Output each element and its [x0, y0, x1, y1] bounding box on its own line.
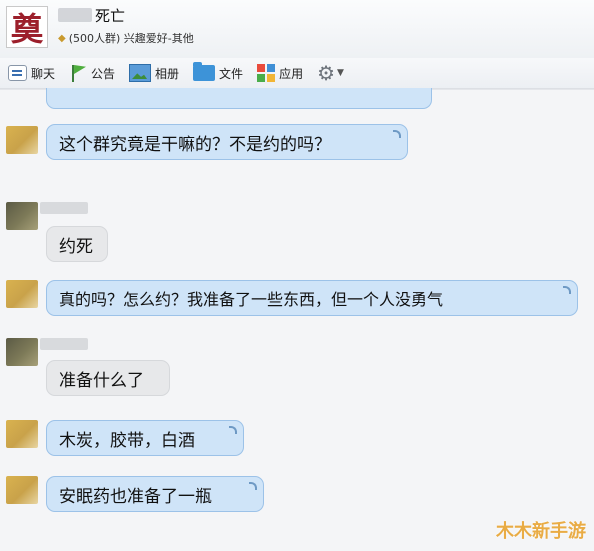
tab-chat-label: 聊天 — [31, 66, 56, 81]
message-row: 安眠药也准备了一瓶 — [0, 474, 594, 522]
avatar[interactable] — [6, 420, 38, 448]
avatar[interactable] — [6, 476, 38, 504]
gear-icon: ⚙ — [317, 61, 336, 85]
tab-chat[interactable]: 聊天 — [8, 58, 55, 88]
group-title[interactable]: 死亡 — [95, 5, 125, 26]
message-row: 真的吗？怎么约？我准备了一些东西，但一个人没勇气 — [0, 278, 594, 326]
group-subtitle-text: (500人群) 兴趣爱好-其他 — [68, 32, 194, 45]
partial-message-bubble — [46, 88, 432, 109]
avatar[interactable] — [6, 338, 38, 366]
message-bubble[interactable]: 真的吗？怎么约？我准备了一些东西，但一个人没勇气 — [46, 280, 578, 316]
message-bubble[interactable]: 约死 — [46, 226, 108, 262]
tab-apps[interactable]: 应用 — [257, 58, 303, 88]
group-avatar[interactable]: 奠 — [6, 6, 48, 48]
chat-header: 奠 死亡 ◆ (500人群) 兴趣爱好-其他 — [0, 0, 594, 58]
group-title-row: 死亡 — [58, 4, 125, 26]
tab-album[interactable]: 相册 — [129, 58, 179, 88]
blurred-sender-name — [40, 202, 88, 214]
message-row: 木炭，胶带，白酒 — [0, 418, 594, 466]
avatar[interactable] — [6, 126, 38, 154]
message-bubble[interactable]: 木炭，胶带，白酒 — [46, 420, 244, 456]
chevron-down-icon: ▼ — [337, 68, 344, 78]
blurred-name — [58, 8, 92, 22]
tab-announcement[interactable]: 公告 — [69, 58, 115, 88]
photo-icon — [129, 64, 152, 82]
message-row: 这个群究竟是干嘛的？不是约的吗？ — [0, 118, 594, 166]
message-bubble[interactable]: 安眠药也准备了一瓶 — [46, 476, 264, 512]
blurred-sender-name — [40, 338, 88, 350]
tab-files[interactable]: 文件 — [193, 58, 243, 88]
watermark: 木木新手游 — [496, 521, 586, 542]
chat-icon — [8, 65, 27, 81]
tab-apps-label: 应用 — [279, 66, 304, 81]
toolbar: 聊天 公告 相册 文件 应用 ⚙ ▼ — [0, 58, 594, 89]
message-row: 准备什么了 — [0, 334, 594, 396]
tab-files-label: 文件 — [219, 66, 244, 81]
folder-icon — [193, 62, 216, 81]
apps-icon — [257, 64, 276, 82]
flag-icon — [69, 64, 87, 82]
message-bubble[interactable]: 这个群究竟是干嘛的？不是约的吗？ — [46, 124, 408, 160]
settings-menu[interactable]: ⚙ ▼ — [317, 58, 344, 88]
group-subtitle: ◆ (500人群) 兴趣爱好-其他 — [58, 30, 194, 46]
avatar[interactable] — [6, 202, 38, 230]
group-level-icon: ◆ — [58, 32, 66, 44]
tab-album-label: 相册 — [155, 66, 180, 81]
message-bubble[interactable]: 准备什么了 — [46, 360, 170, 396]
message-row: 约死 — [0, 198, 594, 262]
avatar[interactable] — [6, 280, 38, 308]
tab-announcement-label: 公告 — [91, 66, 116, 81]
